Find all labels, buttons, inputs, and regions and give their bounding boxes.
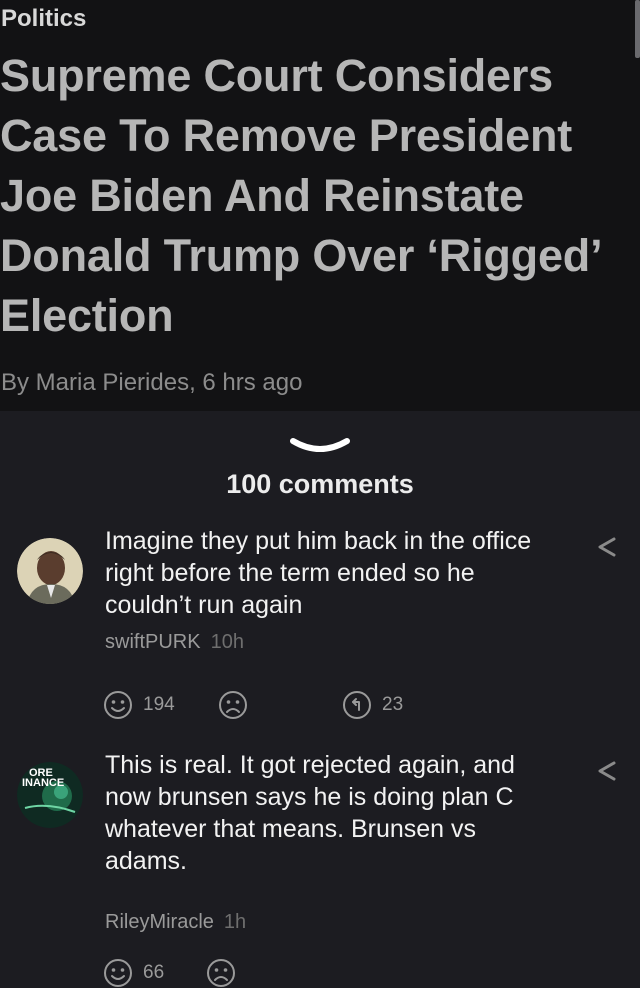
frown-reaction-button[interactable] [206,958,236,988]
share-icon[interactable] [596,536,618,558]
avatar[interactable]: ORE INANCE [17,762,83,828]
smile-count: 66 [143,962,165,983]
comment-time: 1h [223,911,247,933]
scrollbar[interactable] [635,0,640,58]
avatar-logo-text-2: INANCE [22,777,64,789]
smile-count: 194 [143,694,175,715]
reply-count: 23 [382,694,404,715]
comment-author[interactable]: swiftPURK [105,631,201,653]
smile-icon [104,959,132,987]
chevron-down-icon[interactable] [289,435,351,457]
article-header: Politics Supreme Court Considers Case To… [0,0,640,411]
frown-icon [207,959,235,987]
smile-reaction-button[interactable]: 194 [103,690,175,720]
article-byline: By Maria Pierides, 6 hrs ago [1,369,303,396]
frown-reaction-button[interactable] [218,690,248,720]
comment-time: 10h [210,631,244,653]
comment-meta: swiftPURK 10h [105,631,244,654]
reply-button[interactable]: 23 [342,690,403,720]
article-headline: Supreme Court Considers Case To Remove P… [0,50,600,341]
comment-author[interactable]: RileyMiracle [105,911,214,933]
comment-text: Imagine they put him back in the office … [105,527,532,619]
comments-section: 100 comments Imagine they put him back i… [0,411,640,987]
reply-icon [343,691,371,719]
frown-icon [219,691,247,719]
article-category[interactable]: Politics [1,4,640,34]
avatar[interactable] [17,538,83,604]
comment-count: 100 comments [226,469,414,499]
smile-icon [104,691,132,719]
comment-text: This is real. It got rejected again, and… [105,751,515,875]
share-icon[interactable] [596,760,618,782]
smile-reaction-button[interactable]: 66 [103,958,164,988]
comment-meta: RileyMiracle 1h [105,911,246,934]
